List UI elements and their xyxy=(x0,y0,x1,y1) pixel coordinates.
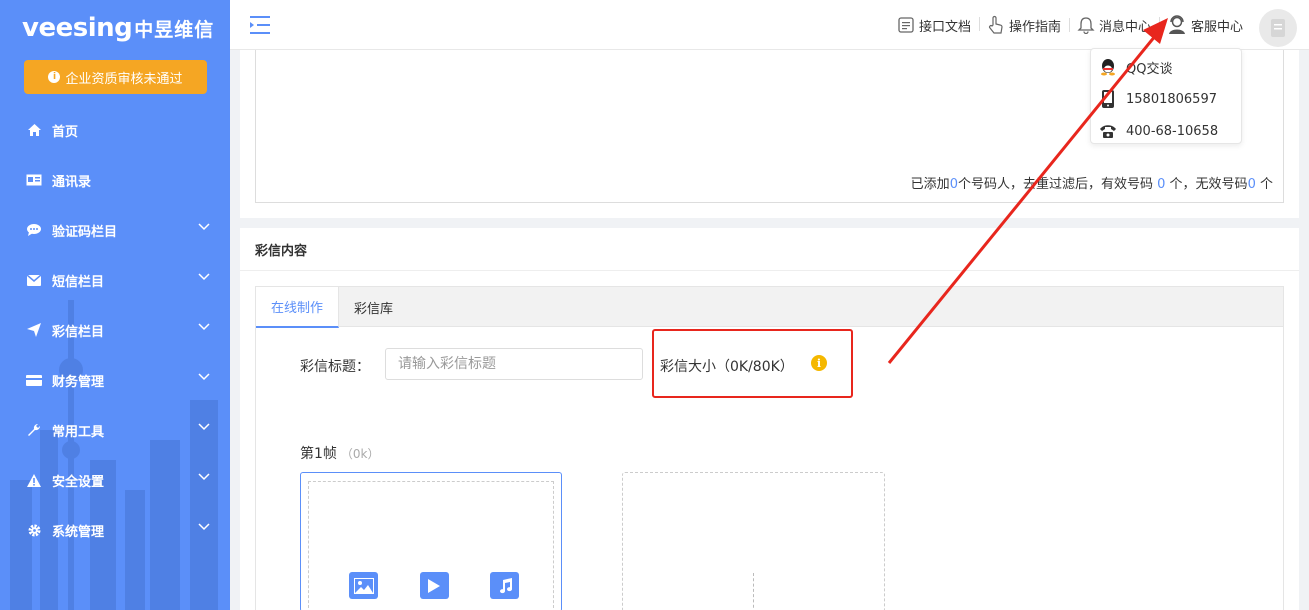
summary-prefix: 已添加 xyxy=(910,177,950,192)
chevron-down-icon xyxy=(198,273,210,281)
sidebar-item-label: 系统管理 xyxy=(52,524,105,540)
invalid-count: 0 xyxy=(1247,177,1256,192)
tab-online-create[interactable]: 在线制作 xyxy=(256,287,340,328)
brand-logo[interactable]: veesing 中昱维信 xyxy=(22,12,214,44)
frame-size: （0k） xyxy=(340,447,380,461)
gear-icon xyxy=(26,522,42,538)
customer-service-label: 客服中心 xyxy=(1190,19,1243,35)
chevron-down-icon xyxy=(198,373,210,381)
telephone-icon xyxy=(1099,122,1117,140)
sidebar-item-security[interactable]: 安全设置 xyxy=(0,455,230,505)
tab-mms-library[interactable]: 彩信库 xyxy=(339,287,408,327)
section-title: 彩信内容 xyxy=(255,244,308,259)
message-center-label: 消息中心 xyxy=(1098,19,1151,35)
mms-content-card: 彩信内容 在线制作 彩信库 彩信标题： 彩信大小（0K/80K） i 第1帧（0… xyxy=(240,228,1299,610)
customer-service-icon xyxy=(1167,15,1187,35)
avatar[interactable] xyxy=(1259,9,1297,47)
chevron-down-icon xyxy=(198,223,210,231)
valid-count: 0 xyxy=(1157,177,1166,192)
guide-label: 操作指南 xyxy=(1008,19,1061,35)
chevron-down-icon xyxy=(198,323,210,331)
video-play-icon[interactable] xyxy=(419,572,449,599)
brand-logo-cn: 中昱维信 xyxy=(134,18,215,41)
brand-logo-en: veesing xyxy=(22,13,133,43)
sidebar-item-tools[interactable]: 常用工具 xyxy=(0,405,230,455)
chevron-down-icon xyxy=(198,423,210,431)
document-icon xyxy=(897,16,915,34)
music-note-icon[interactable] xyxy=(490,572,519,599)
sidebar-item-label: 彩信栏目 xyxy=(52,324,105,340)
sidebar-item-label: 通讯录 xyxy=(52,174,92,190)
hotline-item[interactable]: 400-68-10658 xyxy=(1091,115,1241,147)
qualification-alert-label: 企业资质审核未通过 xyxy=(65,71,183,87)
recipients-summary: 已添加0个号码人，去重过滤后，有效号码 0 个，无效号码0 个 xyxy=(911,173,1273,192)
qq-icon xyxy=(1099,58,1117,76)
sidebar-item-system[interactable]: 系统管理 xyxy=(0,505,230,555)
api-docs-link[interactable]: 接口文档 xyxy=(889,16,979,35)
customer-service-link[interactable]: 客服中心 xyxy=(1158,15,1251,35)
envelope-icon xyxy=(26,272,42,288)
frame-drop-area[interactable] xyxy=(308,481,554,610)
sidebar-item-label: 安全设置 xyxy=(52,474,105,490)
frame-label: 第1帧 （0k） xyxy=(300,443,380,463)
add-frame-plus-icon xyxy=(753,573,754,610)
bell-icon xyxy=(1077,16,1095,34)
api-docs-label: 接口文档 xyxy=(918,19,971,35)
home-icon xyxy=(26,122,42,138)
mms-title-label: 彩信标题： xyxy=(300,359,370,375)
chevron-down-icon xyxy=(198,523,210,531)
wrench-icon xyxy=(26,422,42,438)
chevron-down-icon xyxy=(198,473,210,481)
image-icon[interactable] xyxy=(349,572,378,599)
top-links: 接口文档 操作指南 消息中心 客服中心 xyxy=(889,0,1251,50)
sidebar-item-label: 常用工具 xyxy=(52,424,105,440)
frame-title: 第1帧 xyxy=(300,446,337,462)
qq-chat-item[interactable]: QQ交谈 xyxy=(1091,51,1241,83)
sidebar-item-mms[interactable]: 彩信栏目 xyxy=(0,305,230,355)
sidebar-item-label: 验证码栏目 xyxy=(52,224,118,240)
size-info-icon[interactable]: i xyxy=(811,355,827,371)
paper-plane-icon xyxy=(26,322,42,338)
user-avatar-icon xyxy=(1271,19,1285,37)
sidebar-item-finance[interactable]: 财务管理 xyxy=(0,355,230,405)
customer-service-dropdown: QQ交谈 15801806597 400-68-10658 xyxy=(1090,48,1242,144)
sidebar-item-label: 短信栏目 xyxy=(52,274,105,290)
sidebar-item-contacts[interactable]: 通讯录 xyxy=(0,155,230,205)
qq-chat-label: QQ交谈 xyxy=(1126,61,1173,77)
media-toolbar xyxy=(349,572,519,599)
summary-mid1: 个号码人，去重过滤后，有效号码 xyxy=(957,177,1153,192)
pointer-hand-icon xyxy=(987,15,1005,35)
contacts-icon xyxy=(26,172,42,188)
sidebar: veesing 中昱维信 i 企业资质审核未通过 首页 通讯录 验证码栏目 短信… xyxy=(0,0,230,610)
frame-editor[interactable] xyxy=(300,472,562,610)
sidebar-menu: 首页 通讯录 验证码栏目 短信栏目 彩信栏目 财务管理 常用工具 安全设置 系统… xyxy=(0,105,230,555)
sidebar-item-label: 首页 xyxy=(52,124,79,140)
mms-size-label: 彩信大小（0K/80K） xyxy=(660,359,794,375)
mobile-phone-icon xyxy=(1099,90,1117,108)
qualification-alert-button[interactable]: i 企业资质审核未通过 xyxy=(24,60,207,94)
chat-bubble-icon xyxy=(26,222,42,238)
sidebar-item-sms[interactable]: 短信栏目 xyxy=(0,255,230,305)
sidebar-item-verification[interactable]: 验证码栏目 xyxy=(0,205,230,255)
menu-toggle-button[interactable] xyxy=(250,16,270,38)
hotline-number: 400-68-10658 xyxy=(1126,123,1219,139)
credit-card-icon xyxy=(26,372,42,388)
info-icon: i xyxy=(48,71,61,83)
summary-suffix: 个 xyxy=(1259,177,1273,192)
section-divider xyxy=(240,270,1299,271)
tab-bar: 在线制作 彩信库 xyxy=(256,287,1283,328)
add-frame-placeholder[interactable] xyxy=(622,472,885,610)
added-count: 0 xyxy=(949,177,958,192)
hamburger-icon xyxy=(250,16,270,34)
guide-link[interactable]: 操作指南 xyxy=(978,15,1069,35)
warning-icon xyxy=(26,472,42,488)
sidebar-item-home[interactable]: 首页 xyxy=(0,105,230,155)
message-center-link[interactable]: 消息中心 xyxy=(1068,16,1159,35)
mms-title-input[interactable] xyxy=(385,348,643,380)
sidebar-item-label: 财务管理 xyxy=(52,374,105,390)
mobile-item[interactable]: 15801806597 xyxy=(1091,83,1241,115)
summary-mid2: 个，无效号码 xyxy=(1169,177,1248,192)
mobile-number: 15801806597 xyxy=(1126,91,1217,107)
top-bar: 接口文档 操作指南 消息中心 客服中心 xyxy=(230,0,1309,50)
